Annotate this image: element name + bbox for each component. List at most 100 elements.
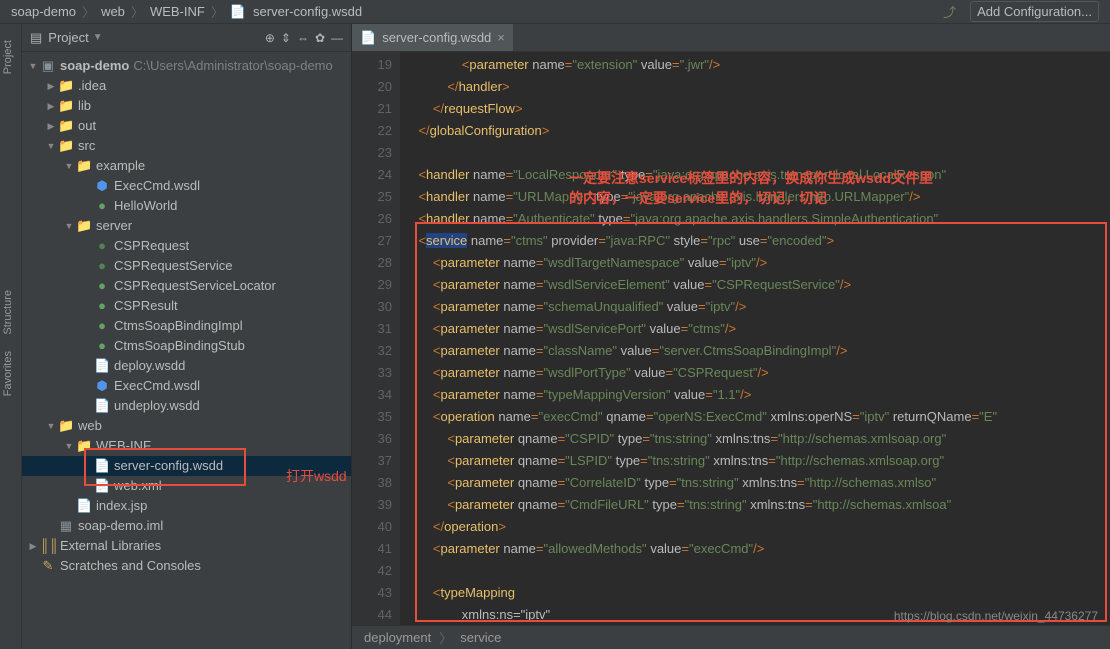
tree-row[interactable]: ▼📁server xyxy=(22,216,351,236)
close-icon[interactable]: × xyxy=(497,30,505,45)
collapse-icon[interactable]: ⇕ xyxy=(281,31,291,45)
project-panel: ▤ Project ▼ ⊕ ⇕ ⇔ ✿ — ▼ ▣ soap-demo C:\U… xyxy=(22,24,352,649)
line-number: 41 xyxy=(352,538,392,560)
intf-icon: ● xyxy=(94,256,110,276)
line-number: 22 xyxy=(352,120,392,142)
breadcrumb-part[interactable]: server-config.wsdd xyxy=(253,4,362,19)
folder-icon: 📁 xyxy=(76,156,92,176)
tree-item-label: soap-demo.iml xyxy=(78,516,163,536)
tree-row[interactable]: 📄deploy.wsdd xyxy=(22,356,351,376)
tree-item-label: CtmsSoapBindingStub xyxy=(114,336,245,356)
tree-row[interactable]: ▶📁out xyxy=(22,116,351,136)
folder-icon: 📁 xyxy=(58,76,74,96)
intf-icon: ● xyxy=(94,236,110,256)
watermark: https://blog.csdn.net/weixin_44736277 xyxy=(894,609,1098,623)
tree-root[interactable]: ▼ ▣ soap-demo C:\Users\Administrator\soa… xyxy=(22,56,351,76)
chevron-down-icon[interactable]: ▼ xyxy=(44,136,58,156)
structure-tool-tab[interactable]: Structure xyxy=(0,282,21,343)
tree-row[interactable]: ⬢ExecCmd.wsdl xyxy=(22,176,351,196)
chevron-right-icon[interactable]: ▶ xyxy=(26,536,40,556)
tree-row[interactable]: ●CSPRequestServiceLocator xyxy=(22,276,351,296)
tree-row[interactable]: 📄undeploy.wsdd xyxy=(22,396,351,416)
chevron-down-icon[interactable]: ▼ xyxy=(26,56,40,76)
code-line[interactable]: </handler> xyxy=(404,76,1110,98)
chevron-down-icon[interactable]: ▼ xyxy=(93,32,103,43)
tree-row[interactable]: ●CtmsSoapBindingImpl xyxy=(22,316,351,336)
tree-row[interactable]: ●HelloWorld xyxy=(22,196,351,216)
tree-row[interactable]: ▶📁lib xyxy=(22,96,351,116)
tree-item-label: out xyxy=(78,116,96,136)
tree-item-label: .idea xyxy=(78,76,106,96)
tree-row[interactable]: ●CSPRequestService xyxy=(22,256,351,276)
chevron-right-icon[interactable]: ▶ xyxy=(44,96,58,116)
tree-scratches[interactable]: ✎ Scratches and Consoles xyxy=(22,556,351,576)
hide-icon[interactable]: — xyxy=(331,31,343,45)
chevron-right-icon[interactable]: ▶ xyxy=(44,116,58,136)
add-configuration-button[interactable]: Add Configuration... xyxy=(970,1,1099,22)
scratches-icon: ✎ xyxy=(40,556,56,576)
tree-item-label: src xyxy=(78,136,95,156)
tree-row[interactable]: ▼📁src xyxy=(22,136,351,156)
breadcrumb-root[interactable]: soap-demo xyxy=(11,4,76,19)
line-number: 35 xyxy=(352,406,392,428)
chevron-down-icon[interactable]: ▼ xyxy=(44,416,58,436)
project-panel-title[interactable]: Project xyxy=(48,30,88,45)
tree-row[interactable]: ▦soap-demo.iml xyxy=(22,516,351,536)
tree-item-label: CSPRequestService xyxy=(114,256,233,276)
expand-icon[interactable]: ⇔ xyxy=(297,31,309,45)
tree-item-label: ExecCmd.wsdl xyxy=(114,376,200,396)
chevron-right-icon: 〉 xyxy=(211,2,224,21)
code-line[interactable]: </requestFlow> xyxy=(404,98,1110,120)
chevron-down-icon[interactable]: ▼ xyxy=(62,436,76,456)
line-number: 24 xyxy=(352,164,392,186)
java-icon: ● xyxy=(94,276,110,296)
java-icon: ● xyxy=(94,296,110,316)
project-tree[interactable]: ▼ ▣ soap-demo C:\Users\Administrator\soa… xyxy=(22,52,351,649)
tree-row[interactable]: ⬢ExecCmd.wsdl xyxy=(22,376,351,396)
build-icon[interactable]: ⤴ xyxy=(943,2,956,21)
chevron-down-icon[interactable]: ▼ xyxy=(62,216,76,236)
annotation-note2: 的内容，一定要service里的，切记，切记 xyxy=(569,188,827,208)
breadcrumb-bottom: deployment 〉 service xyxy=(352,625,1110,649)
project-icon: ▤ xyxy=(30,30,42,46)
line-number: 40 xyxy=(352,516,392,538)
tree-external-libs[interactable]: ▶ ║║ External Libraries xyxy=(22,536,351,556)
tree-row[interactable]: 📄index.jsp xyxy=(22,496,351,516)
java-icon: ● xyxy=(94,316,110,336)
line-number: 39 xyxy=(352,494,392,516)
tree-row[interactable]: ▼📁example xyxy=(22,156,351,176)
breadcrumb-deployment[interactable]: deployment xyxy=(364,630,431,645)
project-tool-tab[interactable]: Project xyxy=(0,32,21,82)
tree-item-label: CtmsSoapBindingImpl xyxy=(114,316,243,336)
code-line[interactable]: </globalConfiguration> xyxy=(404,120,1110,142)
line-number: 44 xyxy=(352,604,392,625)
locate-icon[interactable]: ⊕ xyxy=(265,31,275,45)
folder-icon: 📁 xyxy=(76,216,92,236)
line-number: 34 xyxy=(352,384,392,406)
tree-item-label: lib xyxy=(78,96,91,116)
tree-item-label: web xyxy=(78,416,102,436)
java-icon: ● xyxy=(94,196,110,216)
tree-row[interactable]: ▶📁.idea xyxy=(22,76,351,96)
breadcrumb-part[interactable]: web xyxy=(101,4,125,19)
code-line[interactable] xyxy=(404,142,1110,164)
xml-file-icon: 📄 xyxy=(360,30,376,46)
line-number: 32 xyxy=(352,340,392,362)
tree-item-label: CSPResult xyxy=(114,296,178,316)
tree-item-label: CSPRequestServiceLocator xyxy=(114,276,276,296)
code-line[interactable]: <parameter name="extension" value=".jwr"… xyxy=(404,54,1110,76)
breadcrumb-part[interactable]: WEB-INF xyxy=(150,4,205,19)
editor-tab[interactable]: 📄 server-config.wsdd × xyxy=(352,24,513,51)
favorites-tool-tab[interactable]: Favorites xyxy=(0,343,21,404)
gear-icon[interactable]: ✿ xyxy=(315,31,325,45)
tree-row[interactable]: ●CtmsSoapBindingStub xyxy=(22,336,351,356)
wsdl-icon: ⬢ xyxy=(94,176,110,196)
tree-row[interactable]: ●CSPResult xyxy=(22,296,351,316)
chevron-down-icon[interactable]: ▼ xyxy=(62,156,76,176)
chevron-right-icon[interactable]: ▶ xyxy=(44,76,58,96)
tree-item-label: ExecCmd.wsdl xyxy=(114,176,200,196)
tree-row[interactable]: ●CSPRequest xyxy=(22,236,351,256)
breadcrumb-service[interactable]: service xyxy=(460,630,501,645)
wsdl-icon: ⬢ xyxy=(94,376,110,396)
tree-row[interactable]: ▼📁web xyxy=(22,416,351,436)
